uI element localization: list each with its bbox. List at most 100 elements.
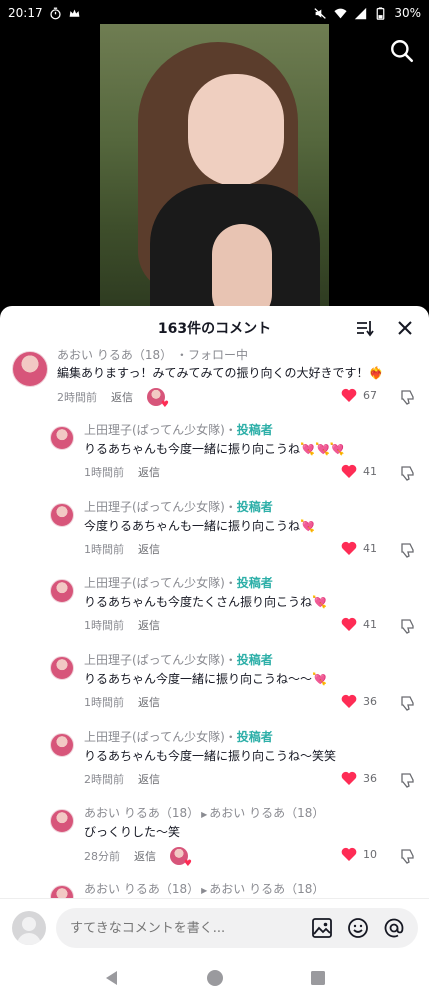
author-separator: ・: [224, 653, 237, 667]
heart-icon: [341, 694, 357, 708]
avatar[interactable]: [50, 809, 74, 833]
home-circle-icon[interactable]: [206, 969, 224, 987]
at-mention-icon[interactable]: [383, 917, 405, 939]
comment-author[interactable]: あおい りるあ（18） ▶ あおい りるあ（18）: [84, 804, 324, 821]
reply-button[interactable]: 返信: [138, 771, 160, 787]
author-separator: ・: [224, 576, 237, 590]
author-separator: ・: [224, 730, 237, 744]
reply-button[interactable]: 返信: [111, 389, 133, 405]
reply-button[interactable]: 返信: [138, 464, 160, 480]
comment-author[interactable]: 上田理子(ぱってん少女隊)・投稿者: [84, 574, 273, 591]
reply-button[interactable]: 返信: [138, 694, 160, 710]
author-name: あおい りるあ（18）: [57, 348, 173, 362]
video-player[interactable]: [100, 24, 329, 314]
reply-item: 上田理子(ぱってん少女隊)・投稿者 今度りるあちゃんも一緒に振り向こうね💘 1時…: [0, 498, 429, 560]
comment-text: びっくりした〜笑: [84, 825, 181, 839]
reply-button[interactable]: 返信: [134, 848, 156, 864]
thumbs-down-icon[interactable]: [399, 848, 415, 864]
like-button[interactable]: 36: [341, 771, 377, 786]
author-name: 上田理子(ぱってん少女隊): [84, 576, 225, 590]
like-button[interactable]: 10: [341, 847, 377, 862]
comment-author[interactable]: 上田理子(ぱってん少女隊)・投稿者: [84, 651, 273, 668]
creator-tag: 投稿者: [236, 653, 273, 667]
comment-text: りるあちゃんも今度一緒に振り向こうね〜笑笑: [84, 749, 337, 763]
thumbs-down-icon[interactable]: [399, 389, 415, 405]
reply-item: 上田理子(ぱってん少女隊)・投稿者 りるあちゃん今度一緒に振り向こうね〜〜💘 1…: [0, 651, 429, 713]
reply-item: 上田理子(ぱってん少女隊)・投稿者 りるあちゃんも今度一緒に振り向こうね〜笑笑 …: [0, 728, 429, 790]
like-button[interactable]: 36: [341, 694, 377, 709]
sort-icon[interactable]: [355, 318, 375, 338]
thumbs-down-icon[interactable]: [399, 542, 415, 558]
emoji-icon[interactable]: [347, 917, 369, 939]
avatar[interactable]: [50, 656, 74, 680]
thumbs-down-icon[interactable]: [399, 772, 415, 788]
comments-header: 163件のコメント: [0, 306, 429, 350]
reply-to-name: あおい りるあ（18）: [209, 806, 325, 820]
like-button[interactable]: 67: [341, 388, 377, 403]
close-icon[interactable]: [395, 318, 415, 338]
like-count: 36: [363, 772, 377, 785]
heart-icon: [341, 617, 357, 631]
thumbs-down-icon[interactable]: [399, 618, 415, 634]
comment-author[interactable]: 上田理子(ぱってん少女隊)・投稿者: [84, 728, 273, 745]
author-name: 上田理子(ぱってん少女隊): [84, 500, 225, 514]
like-count: 41: [363, 542, 377, 555]
comment-time: 1時間前: [84, 619, 124, 632]
comment-text: 今度りるあちゃんも一緒に振り向こうね💘: [84, 519, 315, 533]
video-face-shape: [188, 74, 284, 186]
like-count: 36: [363, 695, 377, 708]
creator-tag: 投稿者: [236, 576, 273, 590]
creator-liked-avatar: [147, 388, 169, 410]
recents-square-icon[interactable]: [309, 969, 327, 987]
like-count: 41: [363, 618, 377, 631]
author-name: あおい りるあ（18）: [84, 882, 200, 896]
battery-level: 30%: [394, 6, 421, 20]
comment-author[interactable]: 上田理子(ぱってん少女隊)・投稿者: [84, 421, 273, 438]
avatar[interactable]: [50, 579, 74, 603]
reply-button[interactable]: 返信: [138, 541, 160, 557]
search-icon[interactable]: [389, 38, 415, 64]
comment-time: 2時間前: [57, 391, 97, 404]
comment-time: 2時間前: [84, 773, 124, 786]
image-icon[interactable]: [311, 917, 333, 939]
comment-time: 1時間前: [84, 696, 124, 709]
like-button[interactable]: 41: [341, 617, 377, 632]
comment-author[interactable]: 上田理子(ぱってん少女隊)・投稿者: [84, 498, 273, 515]
reply-to-name: あおい りるあ（18）: [209, 882, 325, 896]
reply-item: あおい りるあ（18） ▶ あおい りるあ（18） びっくりした〜笑 28分前 返信…: [0, 804, 429, 869]
heart-icon: [341, 388, 357, 402]
follow-separator: ・: [175, 348, 188, 362]
comment-meta: 28分前 返信: [84, 847, 192, 869]
like-count: 67: [363, 389, 377, 402]
reply-button[interactable]: 返信: [138, 617, 160, 633]
comment-item: あおい りるあ（18） ・フォロー中 編集ありますっ！みてみてみての振り向くの大…: [0, 346, 429, 410]
author-name: あおい りるあ（18）: [84, 806, 200, 820]
avatar[interactable]: [50, 426, 74, 450]
reply-to-arrow-icon: ▶: [201, 810, 208, 819]
creator-liked-avatar: [170, 847, 192, 869]
comment-author[interactable]: あおい りるあ（18） ▶ あおい りるあ（18）: [84, 880, 324, 897]
back-triangle-icon[interactable]: [103, 969, 121, 987]
reply-item: 上田理子(ぱってん少女隊)・投稿者 りるあちゃんも今度たくさん振り向こうね💘 1…: [0, 574, 429, 636]
avatar[interactable]: [50, 733, 74, 757]
like-button[interactable]: 41: [341, 541, 377, 556]
avatar[interactable]: [12, 351, 48, 387]
thumbs-down-icon[interactable]: [399, 465, 415, 481]
comments-count-title: 163件のコメント: [157, 321, 272, 337]
comment-meta: 2時間前 返信: [84, 771, 160, 787]
system-nav-bar: [0, 956, 429, 1000]
like-button[interactable]: 41: [341, 464, 377, 479]
comment-text: 編集ありますっ！みてみてみての振り向くの大好きです！❤️‍🔥: [57, 366, 384, 380]
comment-text: りるあちゃん今度一緒に振り向こうね〜〜💘: [84, 672, 327, 686]
thumbs-down-icon[interactable]: [399, 695, 415, 711]
avatar[interactable]: [50, 503, 74, 527]
my-avatar[interactable]: [12, 911, 46, 945]
heart-icon: [341, 464, 357, 478]
comment-meta: 1時間前 返信: [84, 694, 160, 710]
status-bar: 20:17 30%: [0, 0, 429, 26]
battery-icon: [376, 6, 385, 20]
comment-author[interactable]: あおい りるあ（18） ・フォロー中: [57, 346, 248, 363]
heart-icon: [341, 771, 357, 785]
comment-input-bar: [0, 898, 429, 956]
reply-item: 上田理子(ぱってん少女隊)・投稿者 りるあちゃんも今度一緒に振り向こうね💘💘💘 …: [0, 421, 429, 483]
